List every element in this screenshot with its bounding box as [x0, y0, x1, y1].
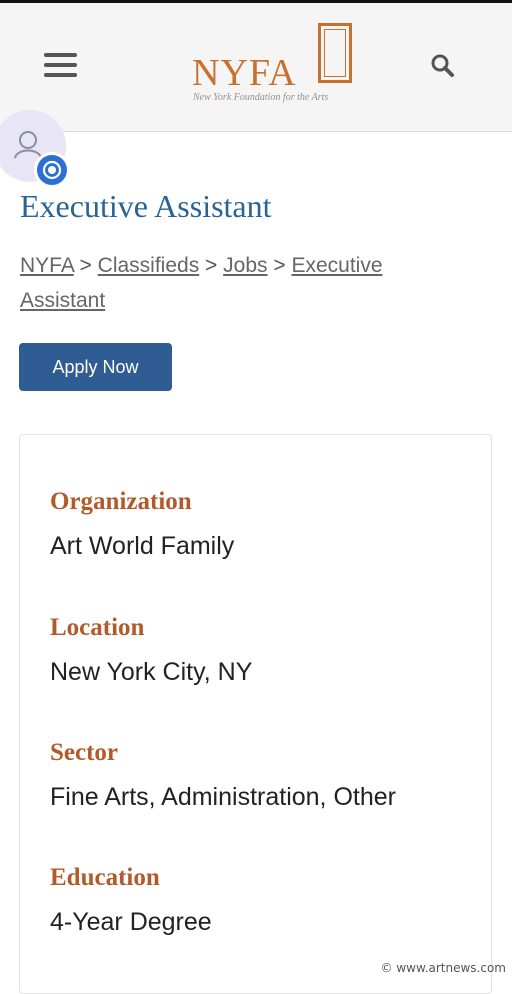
logo-tagline: New York Foundation for the Arts — [193, 92, 329, 103]
location-label: Location — [50, 614, 145, 641]
breadcrumb: NYFA > Classifieds > Jobs > Executive As… — [20, 248, 460, 318]
sector-label: Sector — [50, 739, 119, 766]
breadcrumb-link-executive-assistant[interactable]: Executive Assistant — [20, 254, 383, 312]
logo-frame-icon — [318, 23, 352, 83]
breadcrumb-link-classifieds[interactable]: Classifieds — [98, 254, 200, 277]
breadcrumb-link-jobs[interactable]: Jobs — [223, 254, 267, 277]
search-icon[interactable] — [430, 53, 456, 79]
location-value: New York City, NY — [50, 658, 253, 686]
site-header: NYFA New York Foundation for the Arts — [0, 3, 512, 132]
education-label: Education — [50, 864, 160, 891]
breadcrumb-link-nyfa[interactable]: NYFA — [20, 254, 74, 277]
nyfa-logo[interactable]: NYFA New York Foundation for the Arts — [190, 21, 365, 113]
chat-badge-icon[interactable] — [34, 152, 70, 188]
watermark: © www.artnews.com — [380, 961, 506, 975]
breadcrumb-separator: > — [79, 254, 92, 277]
page-title: Executive Assistant — [20, 188, 272, 224]
organization-label: Organization — [50, 488, 192, 515]
breadcrumb-separator: > — [273, 254, 286, 277]
logo-wordmark: NYFA — [192, 52, 297, 94]
breadcrumb-separator: > — [205, 254, 218, 277]
education-value: 4-Year Degree — [50, 908, 212, 936]
job-details-card: Organization Art World Family Location N… — [19, 434, 492, 994]
hamburger-menu-icon[interactable] — [44, 51, 78, 79]
sector-value: Fine Arts, Administration, Other — [50, 783, 396, 811]
organization-value: Art World Family — [50, 532, 235, 560]
apply-now-button[interactable]: Apply Now — [19, 343, 172, 391]
